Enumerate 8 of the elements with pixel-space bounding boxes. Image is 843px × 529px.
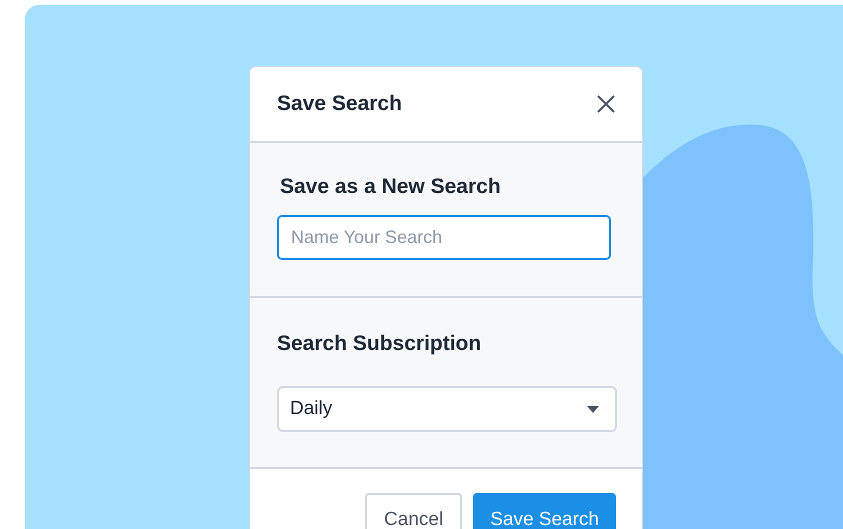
- search-name-field[interactable]: Name Your Search: [277, 215, 611, 260]
- field-label: Save as a New Search: [280, 175, 501, 199]
- cancel-button[interactable]: Cancel: [365, 493, 462, 529]
- field-label: Search Subscription: [277, 332, 482, 356]
- subscription-dropdown[interactable]: Daily: [277, 386, 617, 432]
- close-icon[interactable]: [597, 95, 615, 113]
- caret-icon: [587, 406, 599, 412]
- dialog-title: Save Search: [277, 92, 402, 116]
